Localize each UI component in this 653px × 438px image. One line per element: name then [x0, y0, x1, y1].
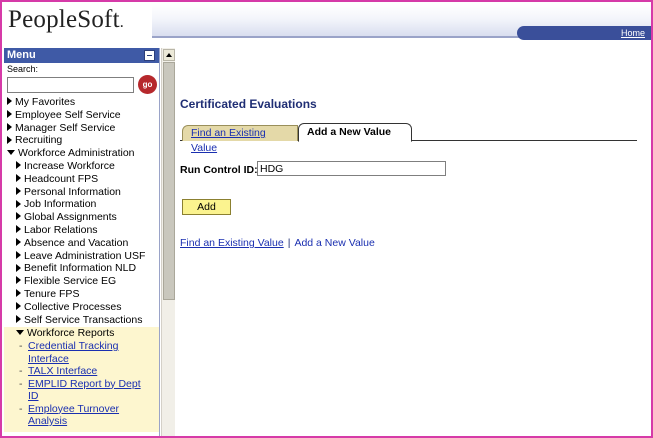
menu-item-recruiting[interactable]: Recruiting [4, 134, 159, 147]
menu-header: Menu [4, 48, 159, 63]
run-control-id-label: Run Control ID: [180, 164, 258, 176]
left-menu: Menu Search: go My Favorites Employee Se… [4, 48, 160, 436]
tab-add-new-value[interactable]: Add a New Value [298, 123, 412, 142]
scroll-up-icon[interactable] [163, 49, 175, 61]
search-label: Search: [7, 64, 39, 74]
expand-arrow-icon [16, 225, 21, 234]
menu-item-headcount-fps[interactable]: Headcount FPS [4, 173, 159, 186]
expand-arrow-icon [16, 212, 21, 221]
header-nav-bar: Home [517, 26, 651, 40]
expand-arrow-icon [7, 110, 12, 119]
tab-find-existing-value[interactable]: Find an Existing Value [182, 125, 298, 154]
page-title: Certificated Evaluations [180, 97, 317, 111]
menu-item-benefit-information-nld[interactable]: Benefit Information NLD [4, 262, 159, 275]
expand-arrow-icon [7, 97, 12, 106]
menu-tree: My Favorites Employee Self Service Manag… [4, 95, 159, 432]
menu-item-tenure-fps[interactable]: Tenure FPS [4, 288, 159, 301]
menu-item-global-assignments[interactable]: Global Assignments [4, 211, 159, 224]
report-link-employee-turnover[interactable]: Employee Turnover Analysis [28, 403, 119, 428]
menu-item-my-favorites[interactable]: My Favorites [4, 96, 159, 109]
menu-title: Menu [7, 49, 36, 61]
menu-item-job-information[interactable]: Job Information [4, 198, 159, 211]
search-tabs: Find an Existing Value Add a New Value [180, 123, 637, 154]
main-content: Certificated Evaluations Find an Existin… [180, 48, 651, 436]
logo-mark: . [119, 14, 124, 31]
menu-scrollbar[interactable] [161, 48, 175, 436]
report-link-item: - Employee Turnover Analysis [19, 402, 120, 428]
report-link-item: - EMPLID Report by Dept ID [19, 377, 141, 403]
report-link-item: - Credential Tracking Interface [19, 340, 119, 365]
run-control-id-input[interactable] [257, 161, 446, 176]
home-link[interactable]: Home [621, 26, 645, 40]
collapse-arrow-icon [16, 330, 24, 336]
logo-text: PeopleSoft [8, 6, 120, 33]
menu-item-increase-workforce[interactable]: Increase Workforce [4, 160, 159, 173]
expand-arrow-icon [16, 276, 21, 285]
expand-arrow-icon [16, 237, 21, 246]
expand-arrow-icon [16, 314, 21, 323]
add-new-value-link[interactable]: Add a New Value [294, 237, 374, 249]
peoplesoft-logo: PeopleSoft. [8, 6, 124, 34]
workforce-reports-section: Workforce Reports - Credential Tracking I… [4, 327, 159, 432]
expand-arrow-icon [16, 289, 21, 298]
collapse-menu-icon[interactable] [144, 50, 155, 61]
menu-item-workforce-administration[interactable]: Workforce Administration [4, 147, 159, 160]
menu-item-personal-information[interactable]: Personal Information [4, 186, 159, 199]
expand-arrow-icon [16, 301, 21, 310]
menu-item-flexible-service-eg[interactable]: Flexible Service EG [4, 275, 159, 288]
expand-arrow-icon [7, 122, 12, 131]
menu-item-workforce-reports[interactable]: Workforce Reports [4, 327, 159, 340]
find-existing-value-link[interactable]: Find an Existing Value [180, 237, 284, 249]
report-link-talx-interface[interactable]: TALX Interface [28, 365, 97, 378]
expand-arrow-icon [16, 161, 21, 170]
expand-arrow-icon [16, 199, 21, 208]
browser-frame: PeopleSoft. Home Menu Search: go My Favo… [0, 0, 653, 438]
link-separator: | [287, 237, 291, 249]
menu-item-labor-relations[interactable]: Labor Relations [4, 224, 159, 237]
expand-arrow-icon [16, 174, 21, 182]
add-button[interactable]: Add [182, 199, 231, 215]
expand-arrow-icon [16, 263, 21, 272]
go-button[interactable]: go [138, 75, 157, 94]
menu-item-employee-self-service[interactable]: Employee Self Service [4, 109, 159, 122]
menu-item-manager-self-service[interactable]: Manager Self Service [4, 122, 159, 135]
scrollbar-thumb[interactable] [163, 62, 175, 300]
report-link-credential-tracking[interactable]: Credential Tracking Interface [28, 340, 118, 365]
report-link-emplid-report[interactable]: EMPLID Report by Dept ID [28, 378, 141, 403]
bottom-links: Find an Existing Value | Add a New Value [180, 237, 375, 249]
menu-search: go [4, 75, 159, 95]
report-link-item: - TALX Interface [19, 365, 98, 378]
menu-item-collective-processes[interactable]: Collective Processes [4, 301, 159, 314]
menu-item-absence-and-vacation[interactable]: Absence and Vacation [4, 237, 159, 250]
menu-item-leave-administration-usf[interactable]: Leave Administration USF [4, 250, 159, 263]
expand-arrow-icon [7, 135, 12, 144]
expand-arrow-icon [16, 250, 21, 259]
menu-search-input[interactable] [7, 77, 134, 93]
collapse-arrow-icon [7, 149, 15, 155]
expand-arrow-icon [16, 186, 21, 195]
header: PeopleSoft. Home [2, 2, 651, 48]
menu-item-self-service-transactions[interactable]: Self Service Transactions [4, 314, 159, 327]
